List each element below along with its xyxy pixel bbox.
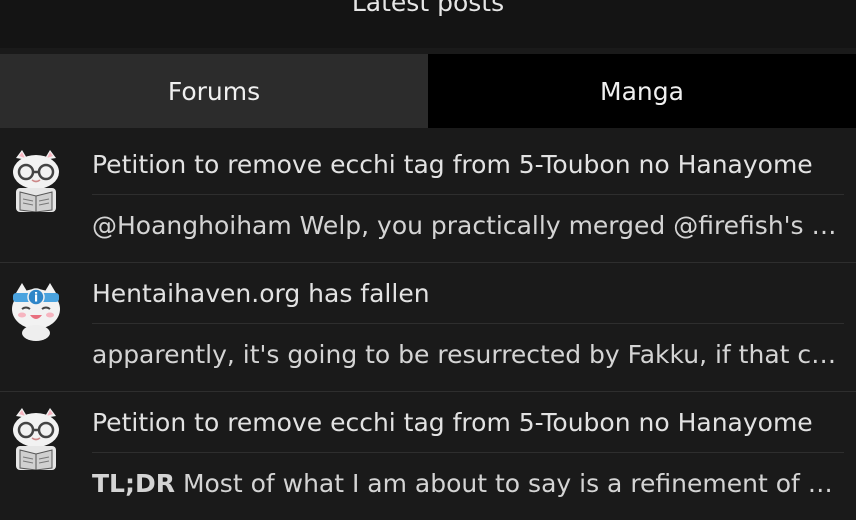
post-topic-title[interactable]: Hentaihaven.org has fallen: [92, 263, 844, 324]
tab-forums[interactable]: Forums: [0, 54, 428, 128]
post-reply-preview: TL;DR Most of what I am about to say is …: [92, 453, 844, 513]
cat-info-headband-avatar-icon: i: [12, 283, 60, 341]
post-item[interactable]: Petition to remove ecchi tag from 5-Toub…: [0, 392, 856, 520]
cat-reading-glasses-avatar-icon: [13, 408, 59, 470]
tab-manga[interactable]: Manga: [428, 54, 856, 128]
svg-text:i: i: [34, 291, 38, 305]
post-list: Petition to remove ecchi tag from 5-Toub…: [0, 134, 856, 520]
post-item[interactable]: i Hentaihaven.org has fallen apparently,…: [0, 263, 856, 392]
tab-bar: Forums Manga: [0, 54, 856, 128]
header-bar: Latest posts: [0, 0, 856, 48]
post-topic-title[interactable]: Petition to remove ecchi tag from 5-Toub…: [92, 134, 844, 195]
post-reply-preview: @Hoanghoiham Welp, you practically merge…: [92, 210, 844, 240]
post-item[interactable]: Petition to remove ecchi tag from 5-Toub…: [0, 134, 856, 263]
page-title: Latest posts: [351, 0, 505, 17]
post-reply-preview: apparently, it's going to be resurrected…: [92, 339, 844, 369]
post-topic-title[interactable]: Petition to remove ecchi tag from 5-Toub…: [92, 392, 844, 453]
reply-prefix: TL;DR: [92, 468, 175, 498]
cat-reading-glasses-avatar-icon: [13, 150, 59, 212]
reply-text: Most of what I am about to say is a refi…: [182, 468, 844, 498]
